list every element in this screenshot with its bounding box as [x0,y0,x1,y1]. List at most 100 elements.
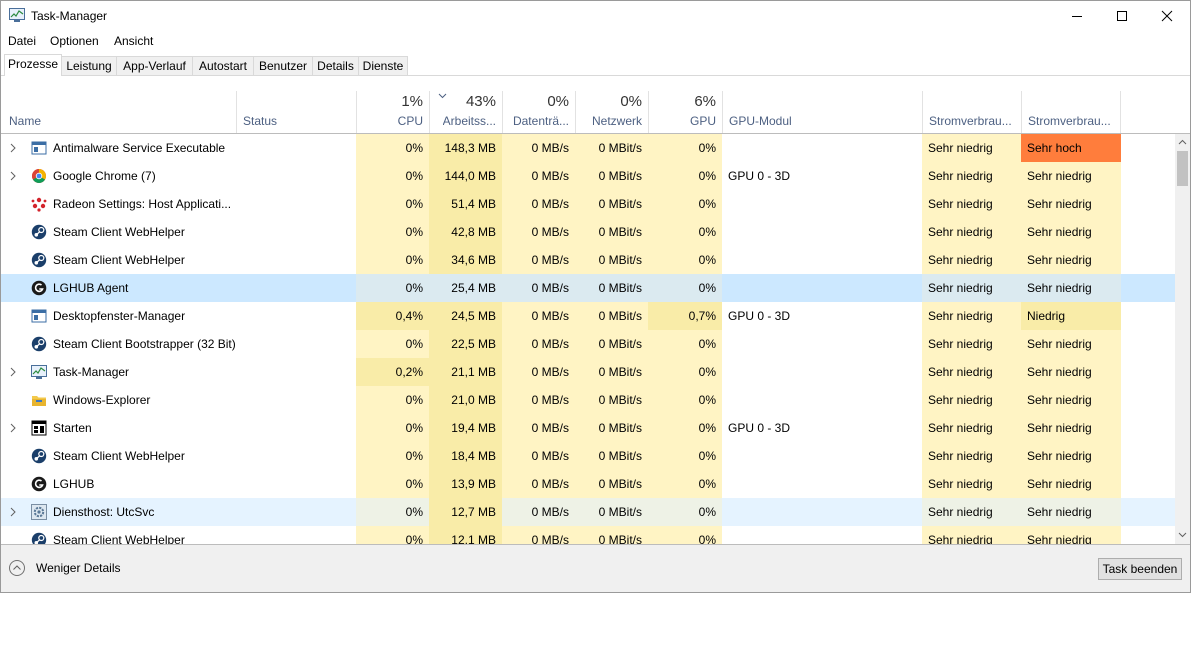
cell-gpuengine: GPU 0 - 3D [728,309,791,323]
process-row[interactable]: Antimalware Service Executable 0% 148,3 MB… [1,134,1175,162]
cell-disk: 0 MB/s [502,526,575,544]
process-row[interactable]: Steam Client WebHelper 0% 12,1 MB 0 MB/s 0 M… [1,526,1175,544]
cell-mem: 148,3 MB [429,134,502,162]
cell-power: Sehr niedrig [922,274,1021,302]
minimize-button[interactable] [1054,1,1100,31]
cell-power: Sehr niedrig [922,162,1021,190]
tab-app-verlauf[interactable]: App-Verlauf [116,56,193,75]
tab-leistung[interactable]: Leistung [61,56,117,75]
cell-mem: 12,7 MB [429,498,502,526]
cell-power: Sehr niedrig [922,414,1021,442]
cell-disk: 0 MB/s [502,134,575,162]
process-row[interactable]: Steam Client Bootstrapper (32 Bit) 0% 22,5… [1,330,1175,358]
vertical-scrollbar[interactable] [1175,134,1190,544]
tab-benutzer[interactable]: Benutzer [253,56,313,75]
cell-power: Sehr niedrig [922,470,1021,498]
tab-details[interactable]: Details [312,56,359,75]
maximize-button[interactable] [1099,1,1145,31]
cell-trend: Sehr niedrig [1021,162,1121,190]
column-header-memory[interactable]: 43% Arbeitss... [429,91,502,133]
menu-ansicht[interactable]: Ansicht [114,34,153,48]
cell-mem: 42,8 MB [429,218,502,246]
cell-net: 0 MBit/s [575,274,648,302]
cell-mem: 34,6 MB [429,246,502,274]
process-name: Diensthost: UtcSvc [53,505,155,519]
scroll-up-arrow-icon[interactable] [1178,139,1187,145]
process-row[interactable]: Desktopfenster-Manager 0,4% 24,5 MB 0 MB/s 0… [1,302,1175,330]
scroll-down-arrow-icon[interactable] [1178,532,1187,538]
cell-gpu: 0% [648,470,722,498]
process-name: Steam Client Bootstrapper (32 Bit) [53,337,236,351]
cell-trend: Sehr niedrig [1021,246,1121,274]
column-header-status[interactable]: Status [236,91,356,133]
process-row[interactable]: LGHUB 0% 13,9 MB 0 MB/s 0 MBit/s 0% Sehr niedr… [1,470,1175,498]
process-row[interactable]: Task-Manager 0,2% 21,1 MB 0 MB/s 0 MBit/s 0% S… [1,358,1175,386]
cell-disk: 0 MB/s [502,330,575,358]
expand-chevron-icon[interactable] [9,367,17,377]
menu-optionen[interactable]: Optionen [50,34,99,48]
process-name: Desktopfenster-Manager [53,309,186,323]
steam-icon [31,252,47,268]
column-header-power-usage[interactable]: Stromverbrau... [922,91,1021,133]
cell-net: 0 MBit/s [575,330,648,358]
expand-chevron-icon[interactable] [9,423,17,433]
process-row[interactable]: Windows-Explorer 0% 21,0 MB 0 MB/s 0 MBit/s 0… [1,386,1175,414]
cell-mem: 51,4 MB [429,190,502,218]
process-row[interactable]: Starten 0% 19,4 MB 0 MB/s 0 MBit/s 0% GPU 0 - … [1,414,1175,442]
cell-mem: 25,4 MB [429,274,502,302]
cell-power: Sehr niedrig [922,134,1021,162]
process-row[interactable]: Steam Client WebHelper 0% 18,4 MB 0 MB/s 0 M… [1,442,1175,470]
cell-cpu: 0% [356,526,429,544]
tab-divider [1,75,1190,76]
scrollbar-thumb[interactable] [1177,151,1188,186]
cell-trend: Sehr niedrig [1021,190,1121,218]
cell-cpu: 0% [356,442,429,470]
column-header-gpu-engine[interactable]: GPU-Modul [722,91,922,133]
process-name: Google Chrome (7) [53,169,156,183]
tab-autostart[interactable]: Autostart [192,56,254,75]
maximize-icon [1117,11,1127,21]
cell-power: Sehr niedrig [922,302,1021,330]
process-name: LGHUB Agent [53,281,129,295]
expand-chevron-icon[interactable] [9,143,17,153]
cell-cpu: 0,2% [356,358,429,386]
process-row[interactable]: Google Chrome (7) 0% 144,0 MB 0 MB/s 0 MBit/… [1,162,1175,190]
expand-chevron-icon[interactable] [9,507,17,517]
tab-prozesse[interactable]: Prozesse [4,54,62,76]
sort-descending-icon [438,93,447,99]
process-row[interactable]: Radeon Settings: Host Applicati... 0% 51,4… [1,190,1175,218]
process-row[interactable]: Diensthost: UtcSvc 0% 12,7 MB 0 MB/s 0 MBit/… [1,498,1175,526]
cell-gpuengine [722,442,922,470]
expand-chevron-icon[interactable] [9,171,17,181]
cell-mem: 21,1 MB [429,358,502,386]
cell-cpu: 0% [356,246,429,274]
menu-datei[interactable]: Datei [8,34,36,48]
cell-net: 0 MBit/s [575,414,648,442]
process-row[interactable]: Steam Client WebHelper 0% 42,8 MB 0 MB/s 0 M… [1,218,1175,246]
tab-dienste[interactable]: Dienste [358,56,408,75]
footer-bar: Weniger Details Task beenden [1,544,1190,592]
column-header-name[interactable]: Name [1,91,236,133]
close-icon [1161,10,1173,22]
process-row[interactable]: LGHUB Agent 0% 25,4 MB 0 MB/s 0 MBit/s 0% Sehr… [1,274,1175,302]
menu-bar: Datei Optionen Ansicht [1,31,1190,51]
cell-disk: 0 MB/s [502,162,575,190]
minimize-icon [1072,16,1082,17]
column-header-power-trend[interactable]: Stromverbrau... [1021,91,1121,133]
process-row[interactable]: Steam Client WebHelper 0% 34,6 MB 0 MB/s 0 M… [1,246,1175,274]
cell-power: Sehr niedrig [922,246,1021,274]
column-header-gpu[interactable]: 6% GPU [648,91,722,133]
cell-gpuengine [722,274,922,302]
lghub-icon [31,280,47,296]
column-header-cpu[interactable]: 1% CPU [356,91,429,133]
title-bar[interactable]: Task-Manager [1,1,1190,31]
close-button[interactable] [1144,1,1190,31]
cell-power: Sehr niedrig [922,442,1021,470]
start-icon [31,420,47,436]
column-header-disk[interactable]: 0% Datenträ... [502,91,575,133]
cell-net: 0 MBit/s [575,498,648,526]
process-name: Steam Client WebHelper [53,253,185,267]
end-task-button[interactable]: Task beenden [1098,558,1182,580]
column-header-network[interactable]: 0% Netzwerk [575,91,648,133]
cell-trend: Sehr niedrig [1021,274,1121,302]
